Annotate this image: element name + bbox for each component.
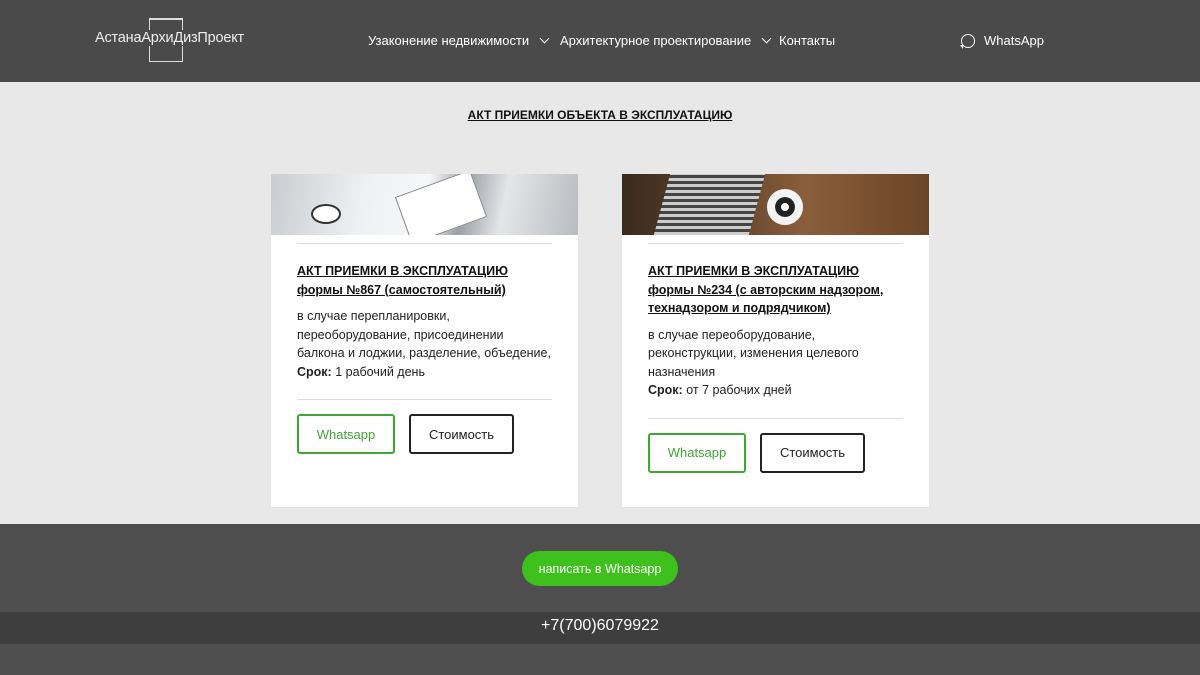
description-text: в случае перепланировки, переоборудовани… xyxy=(297,309,551,360)
nav-item-architecture[interactable]: Архитектурное проектирование xyxy=(560,33,772,48)
site-header: АстанаАрхиДизПроект Узаконение недвижимо… xyxy=(0,0,1200,82)
term-label: Срок: xyxy=(297,364,332,379)
divider xyxy=(297,399,552,400)
chevron-down-icon xyxy=(761,33,772,44)
term-value: 1 рабочий день xyxy=(331,364,425,379)
description-text: в случае переоборудование, реконструкции… xyxy=(648,327,859,379)
price-button[interactable]: Стоимость xyxy=(760,432,865,473)
page-title: АКТ ПРИЕМКИ ОБЪЕКТА В ЭКСПЛУАТАЦИЮ xyxy=(467,108,733,122)
logo-text: АстанаАрхиДизПроект xyxy=(94,30,245,46)
card-title[interactable]: АКТ ПРИЕМКИ В ЭКСПЛУАТАЦИЮ формы №234 (с… xyxy=(648,262,903,318)
price-button[interactable]: Стоимость xyxy=(409,414,514,454)
footer: написать в Whatsapp +7(700)6079922 xyxy=(0,524,1200,675)
card-title[interactable]: АКТ ПРИЕМКИ В ЭКСПЛУАТАЦИЮ формы №867 (с… xyxy=(297,262,552,299)
whatsapp-button[interactable]: Whatsapp xyxy=(297,414,395,454)
term-value: от 7 рабочих дней xyxy=(682,383,792,397)
service-card: АКТ ПРИЕМКИ В ЭКСПЛУАТАЦИЮ формы №867 (с… xyxy=(271,174,578,507)
card-image-laptop xyxy=(622,174,929,235)
write-whatsapp-button[interactable]: написать в Whatsapp xyxy=(522,551,678,586)
divider xyxy=(297,243,552,244)
whatsapp-button[interactable]: Whatsapp xyxy=(648,432,746,473)
term-label: Срок: xyxy=(648,383,683,397)
nav-label: Узаконение недвижимости xyxy=(368,33,530,48)
logo[interactable]: АстанаАрхиДизПроект xyxy=(94,18,245,62)
nav-label: Контакты xyxy=(779,33,836,48)
whatsapp-icon xyxy=(960,33,975,49)
whatsapp-link[interactable]: WhatsApp xyxy=(960,33,1044,49)
service-card: АКТ ПРИЕМКИ В ЭКСПЛУАТАЦИЮ формы №234 (с… xyxy=(622,174,929,507)
nav-item-legalization[interactable]: Узаконение недвижимости xyxy=(368,33,550,48)
card-description: в случае переоборудование, реконструкции… xyxy=(648,326,903,400)
chevron-down-icon xyxy=(539,33,550,44)
divider xyxy=(648,243,903,244)
card-image-documents xyxy=(271,174,578,235)
nav-item-contacts[interactable]: Контакты xyxy=(779,33,835,48)
card-description: в случае перепланировки, переоборудовани… xyxy=(297,307,552,381)
whatsapp-label: WhatsApp xyxy=(984,33,1044,48)
phone-number[interactable]: +7(700)6079922 xyxy=(0,612,1200,644)
divider xyxy=(648,417,903,419)
nav-label: Архитектурное проектирование xyxy=(560,33,752,48)
